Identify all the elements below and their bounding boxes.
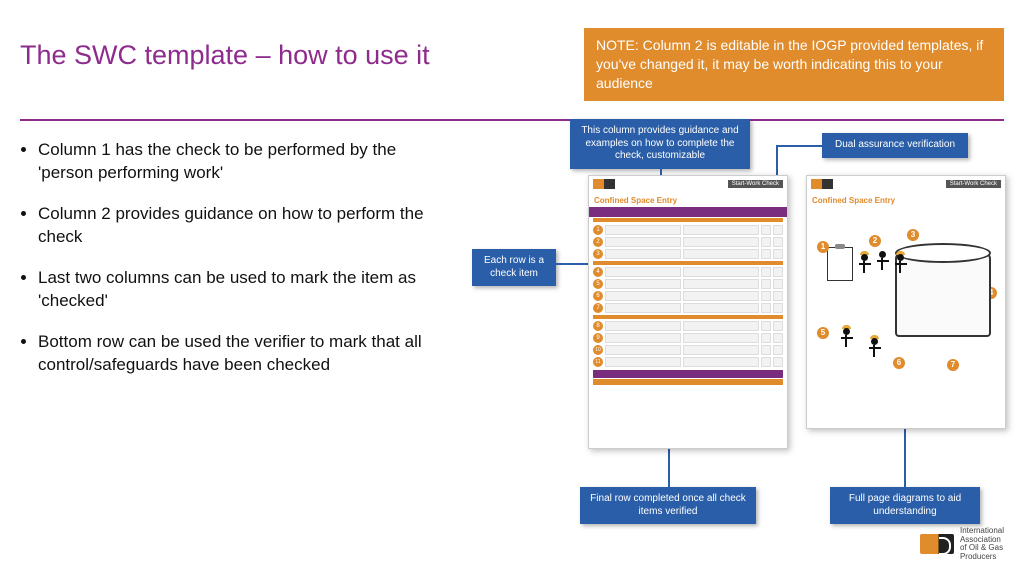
iogp-logo-icon: [920, 534, 954, 554]
card-tag: Start-Work Check: [946, 180, 1001, 188]
callout-dual: Dual assurance verification: [822, 133, 968, 158]
bullet-list: Column 1 has the check to be performed b…: [20, 139, 440, 539]
slide-title: The SWC template – how to use it: [20, 28, 430, 71]
callout-final: Final row completed once all check items…: [580, 487, 756, 524]
callout-row: Each row is a check item: [472, 249, 556, 286]
footer-org-text: International Association of Oil & Gas P…: [960, 527, 1004, 562]
bullet-item: Bottom row can be used the verifier to m…: [38, 331, 440, 377]
pointer: [556, 263, 592, 265]
person-icon: [869, 335, 879, 357]
clipboard-icon: [827, 247, 853, 281]
person-icon: [877, 251, 887, 270]
pointer: [668, 445, 670, 487]
checklist-card: Start-Work Check Confined Space Entry 1 …: [588, 175, 788, 449]
bullet-item: Column 1 has the check to be performed b…: [38, 139, 440, 185]
card-title: Confined Space Entry: [589, 192, 787, 207]
logo-icon: [593, 179, 615, 189]
callout-diagrams: Full page diagrams to aid understanding: [830, 487, 980, 524]
pointer: [904, 427, 906, 487]
card-sub: [593, 218, 783, 222]
callout-guidance: This column provides guidance and exampl…: [570, 119, 750, 169]
person-icon: [841, 325, 851, 347]
logo-icon: [811, 179, 833, 189]
card-title: Confined Space Entry: [807, 192, 1005, 207]
illustration: 1 2 3 4 5 6 7: [807, 207, 1005, 377]
diagram-area: This column provides guidance and exampl…: [460, 139, 1004, 539]
checklist-table: 1 2 3 4 5 6 7 8 9 10 11: [593, 225, 783, 367]
bullet-item: Column 2 provides guidance on how to per…: [38, 203, 440, 249]
bullet-item: Last two columns can be used to mark the…: [38, 267, 440, 313]
tank-icon: [895, 251, 991, 337]
card-bar: [589, 207, 787, 217]
person-icon: [895, 251, 905, 273]
illustration-card: Start-Work Check Confined Space Entry 1 …: [806, 175, 1006, 429]
note-box: NOTE: Column 2 is editable in the IOGP p…: [584, 28, 1004, 101]
card-tag: Start-Work Check: [728, 180, 783, 188]
pointer: [776, 145, 822, 147]
person-icon: [859, 251, 869, 273]
footer-logo: International Association of Oil & Gas P…: [920, 527, 1004, 562]
card-footer: [593, 370, 783, 385]
